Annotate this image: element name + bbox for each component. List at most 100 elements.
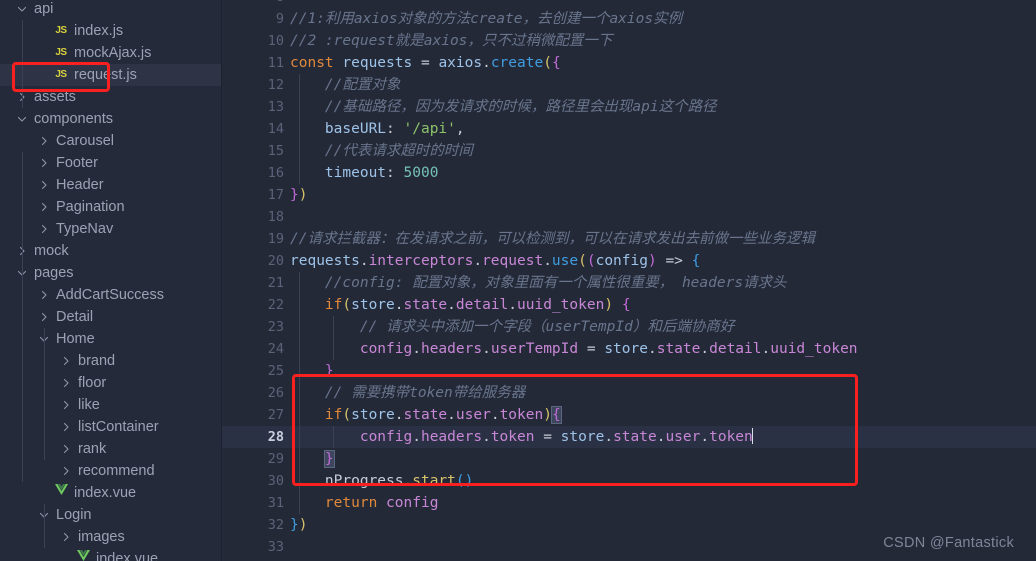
file-tree-item-mock[interactable]: mock	[0, 240, 222, 262]
code-token: //2 :request就是axios，只不过稍微配置一下	[290, 33, 613, 49]
file-tree-item-label: Footer	[56, 155, 98, 171]
code-text: // 需要携带token带给服务器	[290, 382, 525, 404]
file-tree-item-api[interactable]: api	[0, 0, 222, 20]
chevron-right-icon[interactable]	[58, 416, 74, 438]
code-line[interactable]: 19 //请求拦截器：在发请求之前，可以检测到，可以在请求发出去前做一些业务逻辑	[222, 228, 1036, 250]
line-number: 31	[267, 495, 284, 511]
file-tree-item-rank[interactable]: rank	[0, 438, 222, 460]
vscode-window: api JS index.js JS mockAjax.js JS request.js as…	[0, 0, 1036, 561]
file-tree-item-detail[interactable]: Detail	[0, 306, 222, 328]
file-tree-item-recommend[interactable]: recommend	[0, 460, 222, 482]
file-tree-item-like[interactable]: like	[0, 394, 222, 416]
chevron-right-icon[interactable]	[58, 394, 74, 416]
chevron-right-icon[interactable]	[58, 460, 74, 482]
code-line[interactable]: 12 //配置对象	[222, 74, 1036, 96]
code-lines[interactable]: 8 9 //1:利用axios对象的方法create，去创建一个axios实例 10 /…	[222, 0, 1036, 558]
code-line[interactable]: 16 timeout: 5000	[222, 162, 1036, 184]
code-line[interactable]: 17})	[222, 184, 1036, 206]
code-line[interactable]: 25 }	[222, 360, 1036, 382]
file-tree-item-assets[interactable]: assets	[0, 86, 222, 108]
file-tree-item-header[interactable]: Header	[0, 174, 222, 196]
code-line[interactable]: 30 nProgress.start()	[222, 470, 1036, 492]
code-line[interactable]: 29 }	[222, 448, 1036, 470]
file-tree-item-mockajax-js[interactable]: JS mockAjax.js	[0, 42, 222, 64]
file-tree-item-index-js[interactable]: JS index.js	[0, 20, 222, 42]
code-token: user	[455, 407, 491, 423]
code-token: (	[578, 253, 587, 269]
code-token: detail	[455, 297, 509, 313]
code-line[interactable]: 32})	[222, 514, 1036, 536]
file-tree-item-carousel[interactable]: Carousel	[0, 130, 222, 152]
code-line[interactable]: 31 return config	[222, 492, 1036, 514]
file-tree[interactable]: api JS index.js JS mockAjax.js JS request.js as…	[0, 0, 222, 561]
code-line[interactable]: 27 if(store.state.user.token){	[222, 404, 1036, 426]
vue-file-icon	[52, 482, 70, 504]
code-token: :	[386, 165, 404, 181]
file-tree-item-footer[interactable]: Footer	[0, 152, 222, 174]
file-tree-item-label: listContainer	[78, 419, 159, 435]
code-text: nProgress.start()	[290, 470, 473, 492]
code-line[interactable]: 8	[222, 0, 1036, 8]
code-token: uuid_token	[770, 341, 858, 357]
chevron-right-icon[interactable]	[36, 130, 52, 152]
file-tree-item-index-vue[interactable]: index.vue	[0, 548, 222, 561]
file-tree-item-pagination[interactable]: Pagination	[0, 196, 222, 218]
code-line[interactable]: 20 requests.interceptors.request.use((con…	[222, 250, 1036, 272]
code-line[interactable]: 18	[222, 206, 1036, 228]
file-tree-item-images[interactable]: images	[0, 526, 222, 548]
file-tree-item-addcartsuccess[interactable]: AddCartSuccess	[0, 284, 222, 306]
code-line[interactable]: 15 //代表请求超时的时间	[222, 140, 1036, 162]
code-token: .	[394, 407, 404, 423]
code-token: if	[324, 407, 343, 423]
chevron-right-icon[interactable]	[36, 152, 52, 174]
code-line[interactable]: 24 config.headers.userTempId = store.sta…	[222, 338, 1036, 360]
code-line[interactable]: 26 // 需要携带token带给服务器	[222, 382, 1036, 404]
file-tree-item-components[interactable]: components	[0, 108, 222, 130]
file-tree-item-pages[interactable]: pages	[0, 262, 222, 284]
code-token: store	[351, 297, 395, 313]
code-line[interactable]: 21 //config: 配置对象，对象里面有一个属性很重要， headers请…	[222, 272, 1036, 294]
chevron-right-icon[interactable]	[58, 438, 74, 460]
chevron-right-icon[interactable]	[36, 218, 52, 240]
line-number: 33	[267, 539, 284, 555]
code-token: .	[543, 253, 552, 269]
code-token: (	[543, 55, 552, 71]
chevron-down-icon[interactable]	[14, 0, 30, 20]
code-line[interactable]: 22 if(store.state.detail.uuid_token) {	[222, 294, 1036, 316]
code-token: .	[490, 407, 500, 423]
chevron-right-icon[interactable]	[36, 196, 52, 218]
file-tree-item-floor[interactable]: floor	[0, 372, 222, 394]
code-text: baseURL: '/api',	[290, 118, 465, 140]
file-tree-item-index-vue[interactable]: index.vue	[0, 482, 222, 504]
code-line[interactable]: 28 config.headers.token = store.state.us…	[222, 426, 1036, 448]
code-token: .	[394, 297, 404, 313]
file-tree-item-home[interactable]: Home	[0, 328, 222, 350]
chevron-right-icon[interactable]	[36, 174, 52, 196]
file-tree-item-login[interactable]: Login	[0, 504, 222, 526]
chevron-down-icon[interactable]	[14, 108, 30, 130]
chevron-right-icon[interactable]	[58, 526, 74, 548]
code-line[interactable]: 14 baseURL: '/api',	[222, 118, 1036, 140]
chevron-right-icon[interactable]	[58, 350, 74, 372]
file-tree-item-request-js[interactable]: JS request.js	[0, 64, 222, 86]
code-line[interactable]: 23 // 请求头中添加一个字段（userTempId）和后端协商好	[222, 316, 1036, 338]
line-number: 24	[267, 341, 284, 357]
code-line[interactable]: 9 //1:利用axios对象的方法create，去创建一个axios实例	[222, 8, 1036, 30]
code-line[interactable]: 10 //2 :request就是axios，只不过稍微配置一下	[222, 30, 1036, 52]
chevron-right-icon[interactable]	[58, 372, 74, 394]
file-tree-item-brand[interactable]: brand	[0, 350, 222, 372]
code-text: //2 :request就是axios，只不过稍微配置一下	[290, 30, 612, 52]
code-editor[interactable]: 8 9 //1:利用axios对象的方法create，去创建一个axios实例 10 /…	[222, 0, 1036, 561]
code-token: start	[412, 473, 456, 489]
chevron-right-icon[interactable]	[36, 284, 52, 306]
file-explorer-sidebar[interactable]: api JS index.js JS mockAjax.js JS request.js as…	[0, 0, 222, 561]
code-token: }	[323, 450, 335, 468]
chevron-right-icon[interactable]	[36, 306, 52, 328]
file-tree-item-listcontainer[interactable]: listContainer	[0, 416, 222, 438]
code-line[interactable]: 13 //基础路径，因为发请求的时候，路径里会出现api这个路径	[222, 96, 1036, 118]
code-line[interactable]: 11 const requests = axios.create({	[222, 52, 1036, 74]
file-tree-item-typenav[interactable]: TypeNav	[0, 218, 222, 240]
